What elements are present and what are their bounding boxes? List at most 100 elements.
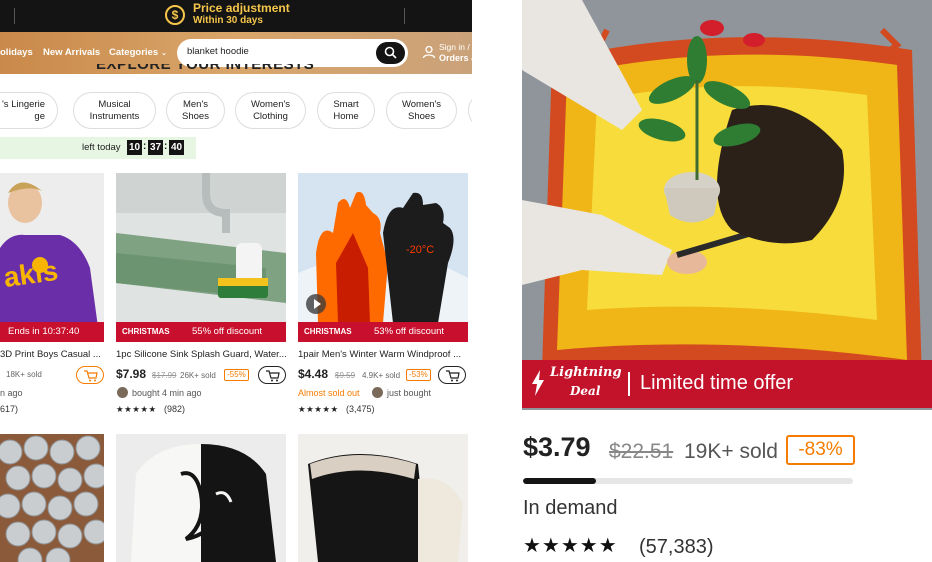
timer-seconds: 40 [169, 140, 184, 155]
sold-count: 26K+ sold [180, 371, 216, 380]
product-price: $4.48 [298, 367, 329, 381]
nav-new-arrivals[interactable]: New Arrivals [43, 47, 100, 58]
chip-more[interactable] [468, 92, 472, 129]
dollar-circle-icon: $ [165, 5, 185, 25]
chip-smart-home[interactable]: Smart Home [317, 92, 375, 129]
demand-progress-fill [523, 478, 596, 484]
bought-meta: bought 4 min ago [132, 388, 202, 398]
product-image-sink-guard[interactable]: CHRISTMAS 55% off discount [116, 173, 286, 342]
countdown-timer: left today 10 : 37 : 40 [0, 137, 196, 159]
deal-text: 55% off discount [192, 326, 263, 337]
search-icon [384, 46, 397, 59]
section-title-text: EXPLORE YOUR INTERESTS [96, 64, 315, 73]
lightning-deal-banner: Lightning Deal Limited time offer [522, 360, 932, 408]
promo-title: Price adjustment [193, 1, 290, 15]
chip-label: Women's [401, 99, 442, 110]
deal-bar: Ends in 10:37:40 [0, 322, 104, 342]
user-icon[interactable] [422, 45, 436, 59]
lightning-bolt-icon [532, 370, 544, 396]
section-title: EXPLORE YOUR INTERESTS [96, 64, 314, 74]
coins-photo [0, 434, 104, 562]
promo-divider [404, 8, 405, 24]
lightning-logo-line1: Lightning [550, 365, 622, 380]
deal-bar: CHRISTMAS 53% off discount [298, 322, 468, 342]
product-image-coins[interactable] [0, 434, 104, 562]
chip-label: Women's [250, 99, 291, 110]
timer-colon: : [164, 141, 168, 152]
chip-label: Smart [333, 99, 359, 110]
chip-label: Shoes [408, 111, 435, 122]
review-count: (982) [164, 404, 186, 414]
buyer-avatar [117, 387, 128, 398]
chip-lingerie[interactable]: 's Lingerie ge [0, 92, 58, 129]
chevron-down-icon: ⌄ [161, 50, 167, 57]
add-to-cart-button[interactable] [438, 366, 466, 384]
search-button[interactable] [376, 42, 405, 64]
product-title[interactable]: 1pc Silicone Sink Splash Guard, Water... [116, 349, 288, 360]
chip-mens-shoes[interactable]: Men's Shoes [166, 92, 225, 129]
chip-label: ge [34, 111, 45, 122]
featured-rating-stars: ★★★★★ [523, 535, 618, 557]
product-image-gloves[interactable]: -20°C CHRISTMAS 53% off discount [298, 173, 468, 342]
banner-divider [628, 372, 630, 396]
promo-banner[interactable]: $ Price adjustment Within 30 days [0, 0, 472, 32]
cart-icon [84, 370, 98, 382]
christmas-badge: CHRISTMAS [122, 327, 170, 336]
featured-discount-badge: -83% [786, 435, 855, 465]
nav-categories[interactable]: Categories ⌄ [109, 47, 167, 58]
chip-musical-instruments[interactable]: Musical Instruments [73, 92, 156, 129]
original-price: $9.59 [335, 371, 356, 380]
screenshot-root: $ Price adjustment Within 30 days oliday… [0, 0, 932, 562]
play-video-icon[interactable] [306, 294, 326, 314]
chip-label: Clothing [253, 111, 288, 122]
demand-label: In demand [523, 497, 618, 519]
orders-link[interactable]: Orders & [439, 53, 472, 63]
bought-meta: just bought [387, 388, 432, 398]
timer-hours: 10 [127, 140, 142, 155]
store-listing-panel: $ Price adjustment Within 30 days oliday… [0, 0, 472, 562]
gloves-photo: -20°C [298, 173, 468, 342]
chip-label: Shoes [182, 111, 209, 122]
featured-product-panel: Lightning Deal Limited time offer $3.79 … [522, 0, 932, 562]
review-count: 617) [0, 404, 19, 414]
featured-product-image[interactable]: Lightning Deal Limited time offer [522, 0, 932, 410]
nav-holidays[interactable]: olidays [0, 47, 33, 58]
discount-badge: -53% [406, 369, 431, 381]
search-bar[interactable] [177, 39, 408, 67]
featured-price: $3.79 [523, 432, 591, 462]
promo-subtitle: Within 30 days [193, 15, 263, 26]
search-input[interactable] [187, 46, 367, 57]
timer-minutes: 37 [148, 140, 163, 155]
buyer-avatar [372, 387, 383, 398]
add-to-cart-button[interactable] [258, 366, 286, 384]
product-image-cat-sweatshirt[interactable] [116, 434, 286, 562]
garden-mat-photo [522, 0, 932, 410]
featured-review-count: (57,383) [639, 536, 714, 558]
featured-sold-count: 19K+ sold [684, 440, 778, 463]
product-image-leggings[interactable] [298, 434, 468, 562]
deal-text: Ends in 10:37:40 [8, 326, 80, 337]
product-title[interactable]: 1pair Men's Winter Warm Windproof ... [298, 349, 470, 360]
review-count: (3,475) [346, 404, 375, 414]
add-to-cart-button[interactable] [76, 366, 104, 384]
chip-label: Men's [182, 99, 209, 110]
chip-label: Instruments [89, 111, 140, 122]
promo-divider [14, 8, 15, 24]
chip-label: Home [333, 111, 359, 122]
signin-link[interactable]: Sign in / [439, 42, 470, 52]
sweatshirt-photo [116, 434, 286, 562]
cart-icon [266, 370, 280, 382]
lightning-logo-line2: Deal [570, 384, 601, 398]
timer-label: left today [82, 142, 121, 153]
rating-stars: ★★★★★ [116, 404, 157, 414]
christmas-badge: CHRISTMAS [304, 327, 352, 336]
chip-womens-clothing[interactable]: Women's Clothing [235, 92, 306, 129]
hoodie-photo: akis [0, 173, 104, 342]
product-image-hoodie[interactable]: akis Ends in 10:37:40 [0, 173, 104, 342]
chip-womens-shoes[interactable]: Women's Shoes [386, 92, 457, 129]
glove-temperature-label: -20°C [406, 244, 434, 256]
product-title[interactable]: 3D Print Boys Casual ... [0, 349, 104, 360]
product-price: $7.98 [116, 367, 147, 381]
rating-stars: ★★★★★ [298, 404, 339, 414]
timer-colon: : [143, 141, 147, 152]
